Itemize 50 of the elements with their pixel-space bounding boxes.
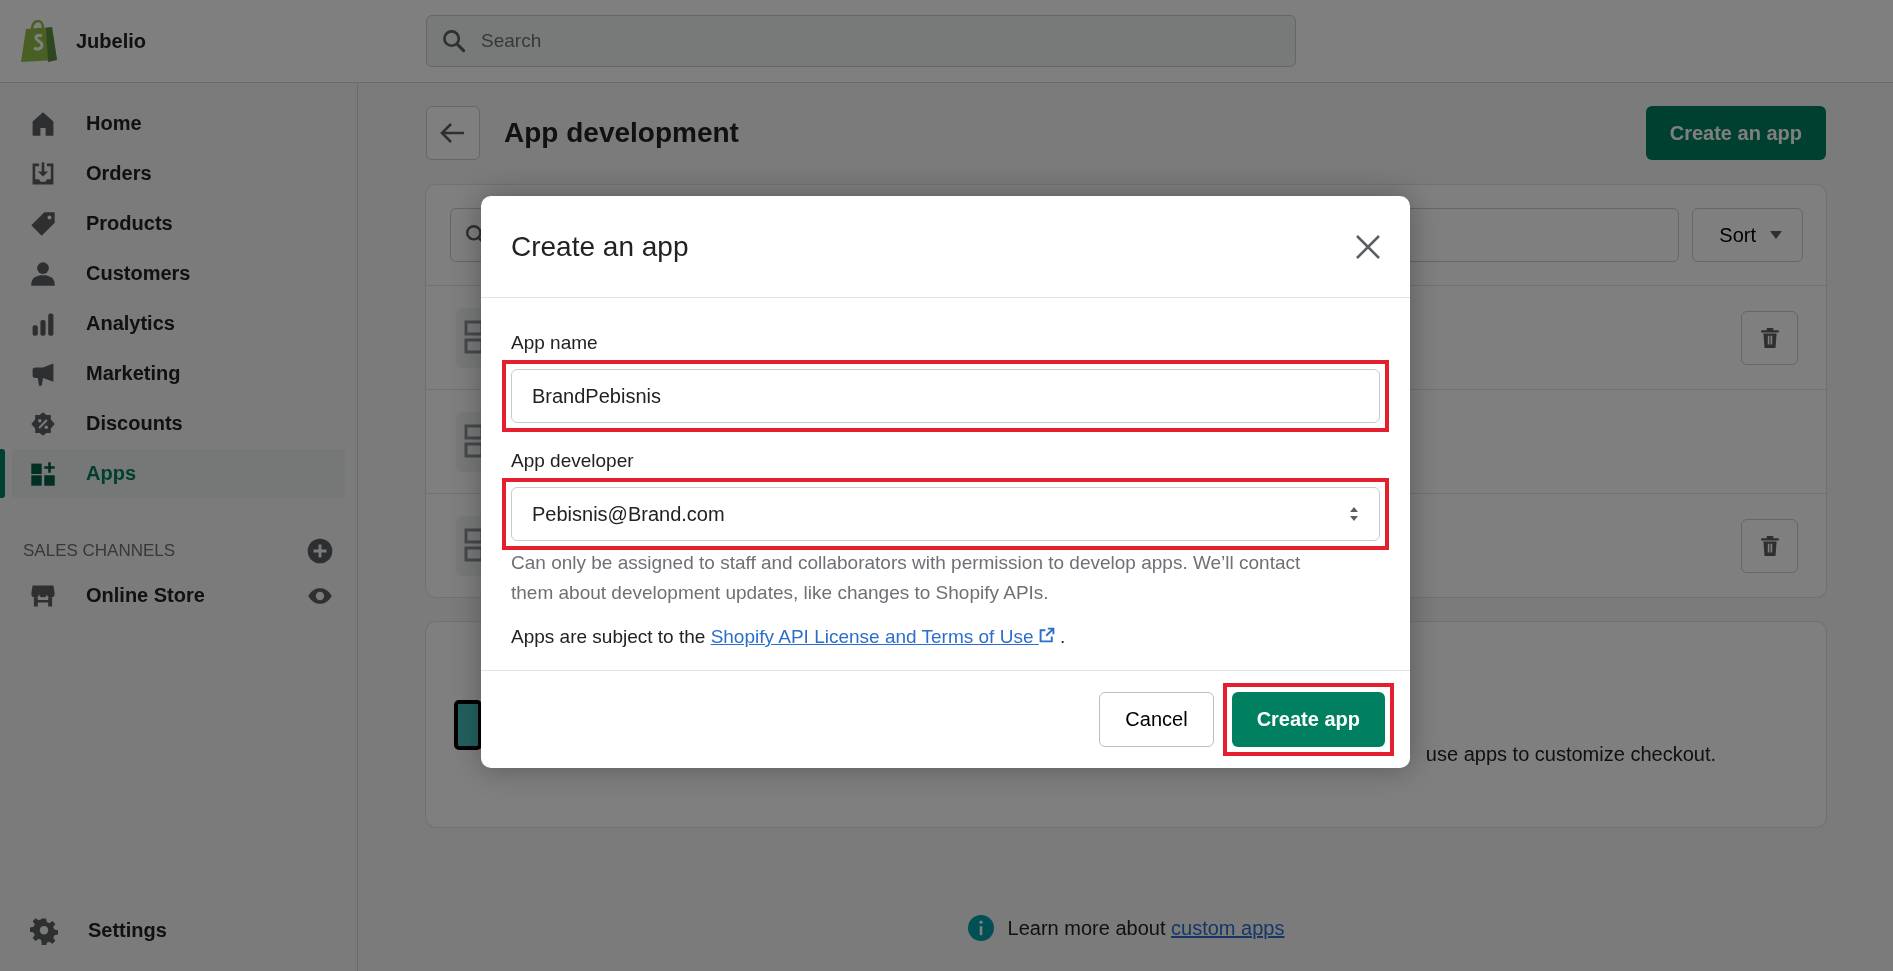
- caret-icon: [1770, 231, 1782, 239]
- nav-item[interactable]: Marketing: [12, 349, 345, 398]
- plus-circle-icon[interactable]: [307, 538, 333, 564]
- nav-item[interactable]: Online Store: [12, 571, 295, 620]
- dialog-title: Create an app: [511, 230, 689, 263]
- home-icon: [30, 110, 56, 137]
- arrow-left-icon: [440, 122, 466, 144]
- external-link-icon: [1038, 627, 1055, 643]
- delete-button[interactable]: [1741, 310, 1798, 365]
- customers-icon: [30, 260, 56, 287]
- learn-more-text: Learn more about custom apps: [1007, 916, 1285, 940]
- nav-item[interactable]: Products: [12, 199, 345, 248]
- search-icon: [442, 29, 466, 53]
- create-app-button[interactable]: Create app: [1231, 692, 1385, 747]
- nav-item[interactable]: Customers: [12, 249, 345, 298]
- cancel-button[interactable]: Cancel: [1099, 692, 1214, 747]
- help-text: Can only be assigned to staff and collaborators with permission to develop apps. We’ll contact them about development updates, like changes to Shopify APIs.: [511, 551, 1302, 605]
- terms-text: Apps are subject to the Shopify API License and Terms of Use .: [511, 626, 1067, 648]
- field-label: App name: [511, 332, 599, 354]
- field-label: App developer: [511, 450, 635, 472]
- nav-item[interactable]: Discounts: [12, 399, 345, 448]
- trash-icon: [1758, 326, 1781, 349]
- developer-select[interactable]: Pebisnis@Brand.com: [511, 487, 1380, 541]
- store-name: Jubelio: [76, 29, 146, 53]
- delete-button[interactable]: [1741, 518, 1798, 573]
- trash-icon: [1758, 534, 1781, 557]
- discounts-icon: [30, 410, 56, 437]
- gear-icon: [30, 916, 58, 945]
- terms-link[interactable]: Shopify API License and Terms of Use: [710, 626, 1055, 647]
- nav-item[interactable]: Home: [12, 99, 345, 148]
- shopping-bag-logo-icon: [20, 20, 58, 62]
- nav-item[interactable]: Analytics: [12, 299, 345, 348]
- checkout-icon: [454, 699, 482, 750]
- nav-item[interactable]: Orders: [12, 149, 345, 198]
- sort-button[interactable]: Sort: [1692, 208, 1803, 262]
- info-icon: [967, 915, 994, 941]
- orders-icon: [30, 160, 56, 187]
- custom-apps-link[interactable]: custom apps: [1171, 916, 1285, 939]
- search-field[interactable]: Search: [426, 15, 1296, 67]
- info-text: use apps to customize checkout.: [1425, 742, 1716, 766]
- page-title: App development: [504, 117, 740, 149]
- products-icon: [30, 210, 56, 237]
- nav-item[interactable]: Settings: [12, 906, 345, 955]
- select-arrows-icon: [1349, 506, 1359, 522]
- create-app-button[interactable]: Create an app: [1645, 106, 1826, 160]
- section-heading: SALES CHANNELS: [23, 541, 176, 561]
- app-name-field[interactable]: BrandPebisnis: [511, 369, 1380, 423]
- apps-icon: [30, 460, 56, 487]
- close-icon: [1354, 232, 1382, 261]
- back-button[interactable]: [426, 106, 480, 160]
